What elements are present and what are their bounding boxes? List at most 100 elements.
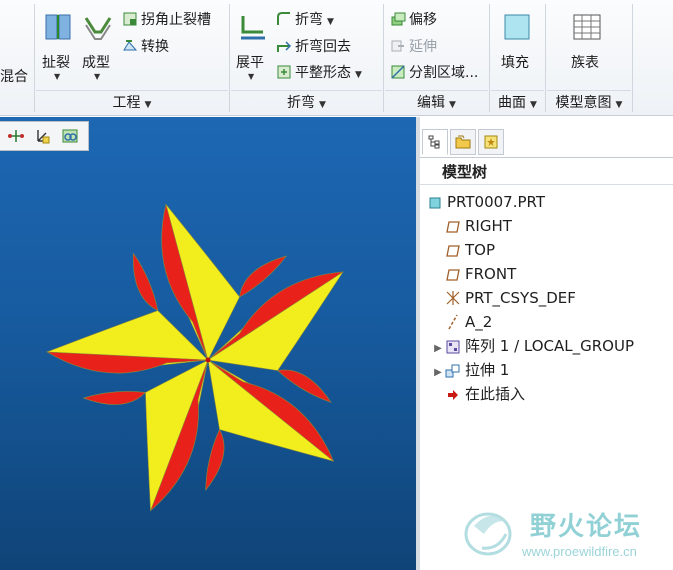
- extend-button[interactable]: 延伸: [390, 37, 437, 57]
- convert-label: 转换: [141, 39, 169, 55]
- group-model-intent-label: 模型意图: [555, 95, 612, 111]
- flatten-form-label: 平整形态: [295, 65, 351, 81]
- datum-plane-icon: [444, 265, 461, 281]
- tree-item[interactable]: PRT0007.PRT: [420, 190, 545, 214]
- pinwheel-blades: [46, 203, 344, 512]
- split-area-label: 分割区域...: [409, 65, 479, 81]
- tree-item[interactable]: TOP: [420, 238, 495, 262]
- tree-item-label: RIGHT: [465, 217, 512, 235]
- pinwheel-model[interactable]: [0, 117, 416, 570]
- group-bends[interactable]: 折弯 ▼: [231, 90, 382, 114]
- split-area-icon: [391, 65, 405, 79]
- fill-icon: [504, 14, 530, 40]
- tree-item-label: 拉伸 1: [465, 361, 510, 379]
- group-model-intent[interactable]: 模型意图 ▼: [547, 90, 631, 114]
- bend-back-button[interactable]: 折弯回去: [276, 37, 351, 57]
- tab-folder-browser[interactable]: [450, 129, 476, 155]
- creo-window: 混合 扯裂 ▼ 成型 ▼ 拐角止裂槽 转换 展平 ▼ 折弯 ▼ 折弯回去 平整形…: [0, 0, 673, 570]
- datum-display-button[interactable]: [5, 126, 26, 147]
- saved-views-button[interactable]: [59, 126, 80, 147]
- graphics-viewport[interactable]: [0, 117, 416, 570]
- tab-favorites[interactable]: [478, 129, 504, 155]
- extend-label: 延伸: [409, 39, 437, 55]
- csys-display-icon: [36, 130, 49, 144]
- extend-icon: [391, 40, 404, 52]
- datum-axis-icon: [444, 313, 461, 330]
- forum-watermark: 野火论坛 www.proewildfire.cn: [460, 500, 670, 566]
- tab-model-tree[interactable]: [422, 129, 448, 155]
- corner-relief-button[interactable]: 拐角止裂槽: [122, 10, 211, 30]
- tree-item[interactable]: ▶ 阵列 1 / LOCAL_GROUP: [420, 334, 634, 358]
- fill-label: 填充: [501, 55, 529, 71]
- tree-item-label: FRONT: [465, 265, 517, 283]
- group-separator: [632, 4, 633, 112]
- extrude-icon: [444, 361, 461, 378]
- group-bends-label: 折弯: [287, 95, 316, 111]
- tree-item-label: PRT0007.PRT: [447, 193, 546, 211]
- form-button[interactable]: 成型 ▼: [80, 8, 116, 86]
- tree-item-label: A_2: [465, 313, 493, 331]
- bend-button[interactable]: 折弯 ▼: [276, 10, 334, 30]
- unbend-label: 展平: [236, 55, 264, 71]
- convert-icon: [123, 40, 138, 51]
- flatten-form-button[interactable]: 平整形态 ▼: [276, 63, 362, 83]
- offset-icon: [391, 12, 406, 26]
- csys-display-button[interactable]: [32, 126, 53, 147]
- tree-item-label: TOP: [465, 241, 496, 259]
- group-separator: [383, 4, 384, 112]
- chevron-down-icon: ▼: [449, 100, 456, 110]
- datum-plane-icon: [444, 241, 461, 257]
- tree-item-label: PRT_CSYS_DEF: [465, 289, 576, 307]
- rip-button[interactable]: 扯裂 ▼: [40, 8, 76, 86]
- tree-item[interactable]: 在此插入: [420, 382, 525, 406]
- flatten-form-icon: [277, 65, 291, 79]
- unbend-button[interactable]: 展平 ▼: [234, 8, 270, 86]
- group-editing-label: 编辑: [417, 95, 446, 111]
- rip-label: 扯裂: [42, 55, 70, 71]
- corner-relief-label: 拐角止裂槽: [141, 12, 211, 28]
- tree-item-label: 在此插入: [465, 385, 526, 403]
- chevron-down-icon: ▼: [327, 17, 334, 27]
- group-separator: [489, 4, 490, 112]
- chevron-down-icon: ▼: [94, 72, 101, 81]
- csys-icon: [444, 289, 461, 305]
- group-engineering-label: 工程: [112, 95, 141, 111]
- convert-button[interactable]: 转换: [122, 37, 169, 57]
- chevron-down-icon: ▼: [530, 100, 537, 110]
- chevron-down-icon: ▼: [248, 72, 255, 81]
- insert-here-icon: [444, 385, 461, 401]
- bend-back-label: 折弯回去: [295, 39, 351, 55]
- datum-points-icon: [7, 130, 24, 142]
- family-table-button[interactable]: 族表: [565, 8, 609, 86]
- watermark-url: www.proewildfire.cn: [522, 544, 637, 559]
- tree-item[interactable]: FRONT: [420, 262, 516, 286]
- family-table-label: 族表: [571, 55, 599, 71]
- group-editing[interactable]: 编辑 ▼: [385, 90, 488, 114]
- group-surfaces[interactable]: 曲面 ▼: [491, 90, 544, 114]
- tree-item[interactable]: PRT_CSYS_DEF: [420, 286, 576, 310]
- form-icon: [84, 17, 112, 40]
- blend-button[interactable]: 混合: [0, 66, 28, 86]
- navigator-tabs: [420, 129, 504, 157]
- model-tree-heading: 模型树: [420, 157, 673, 185]
- chevron-down-icon: ▼: [355, 70, 362, 80]
- offset-button[interactable]: 偏移: [390, 10, 437, 30]
- rip-icon: [45, 14, 71, 40]
- chevron-down-icon: ▼: [615, 100, 623, 110]
- offset-label: 偏移: [409, 12, 437, 28]
- split-area-button[interactable]: 分割区域...: [390, 63, 478, 83]
- view-toolbar: [0, 121, 89, 151]
- unbend-icon: [241, 16, 265, 40]
- group-separator: [229, 4, 230, 112]
- tree-item[interactable]: A_2: [420, 310, 492, 334]
- tree-item[interactable]: ▶ 拉伸 1: [420, 358, 509, 382]
- group-separator: [545, 4, 546, 112]
- chevron-down-icon: ▼: [144, 100, 152, 110]
- watermark-title: 野火论坛: [530, 512, 643, 542]
- corner-relief-icon: [123, 12, 137, 26]
- fill-button[interactable]: 填充: [496, 8, 538, 86]
- tree-item[interactable]: RIGHT: [420, 214, 512, 238]
- group-engineering[interactable]: 工程 ▼: [36, 90, 228, 114]
- favorites-icon: [484, 135, 498, 149]
- chevron-down-icon: ▼: [319, 100, 326, 110]
